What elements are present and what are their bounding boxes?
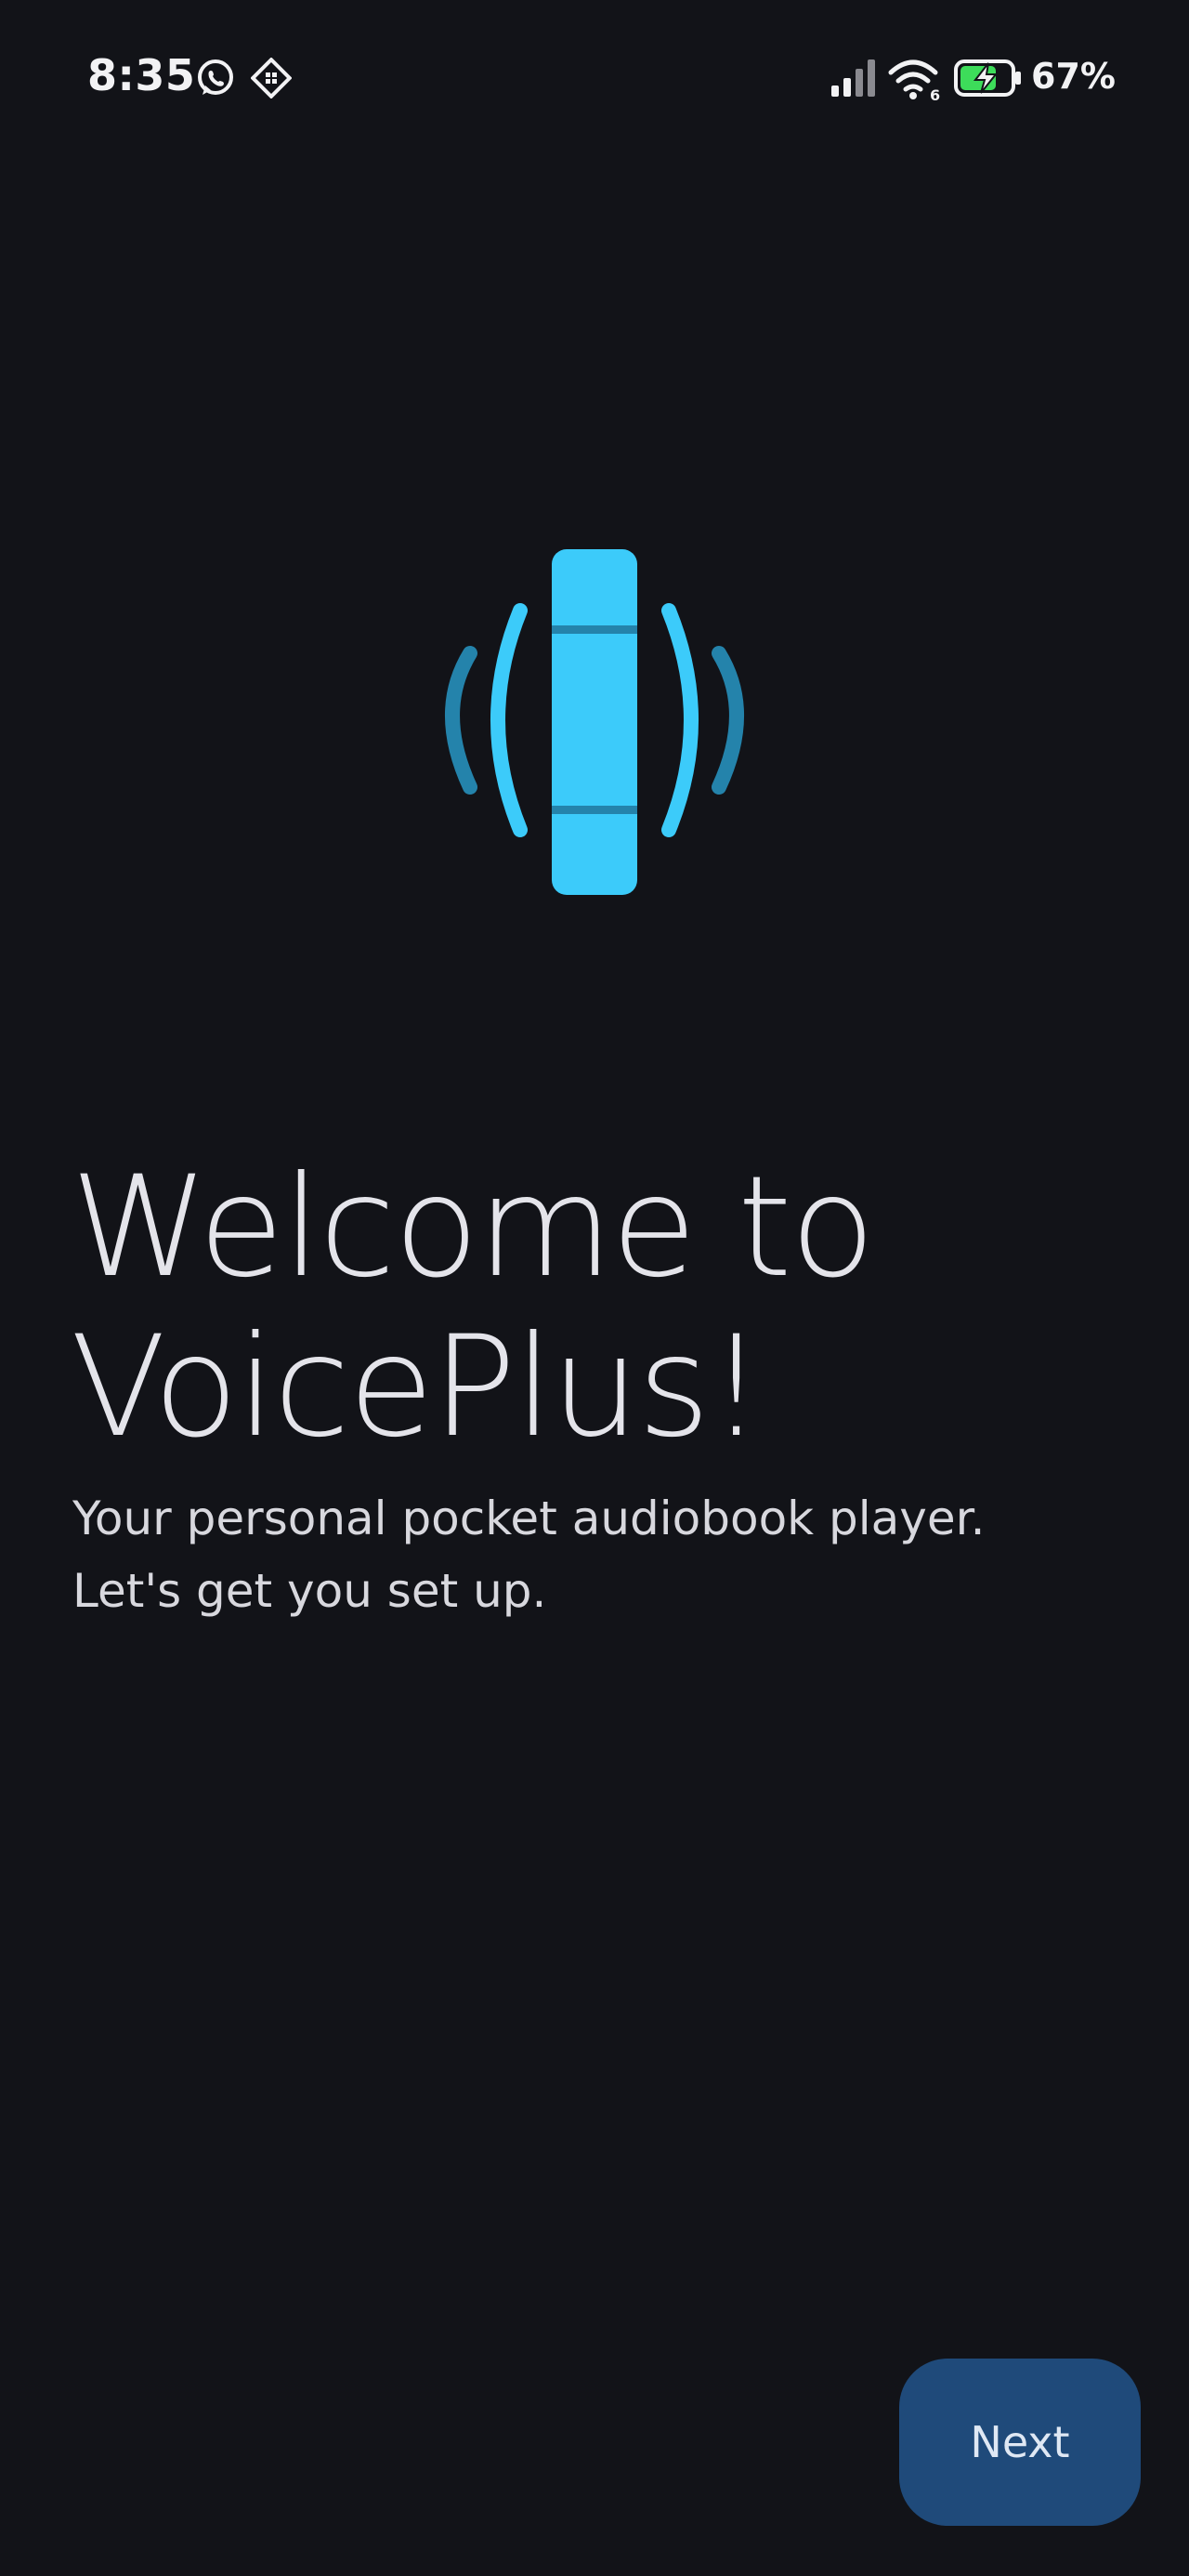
welcome-title: Welcome to VoicePlus!: [71, 1147, 875, 1468]
next-button[interactable]: Next: [899, 2359, 1141, 2526]
wifi-6-icon: 6: [888, 59, 940, 102]
welcome-subtitle: Your personal pocket audiobook player. L…: [72, 1482, 1122, 1627]
voiceplus-logo-icon: [445, 549, 744, 895]
battery-percentage: 67%: [1031, 56, 1116, 97]
battery-charging-icon: [954, 59, 1021, 97]
whatsapp-icon: [198, 59, 233, 95]
welcome-subtitle-line-1: Your personal pocket audiobook player.: [72, 1492, 986, 1545]
status-bar: 8:35 6 67%: [0, 0, 1189, 158]
svg-text:6: 6: [930, 86, 940, 102]
cellular-signal-icon: [831, 59, 875, 97]
status-time: 8:35: [87, 50, 196, 100]
welcome-subtitle-line-2: Let's get you set up.: [72, 1564, 547, 1618]
app-notification-icon: [251, 58, 292, 99]
